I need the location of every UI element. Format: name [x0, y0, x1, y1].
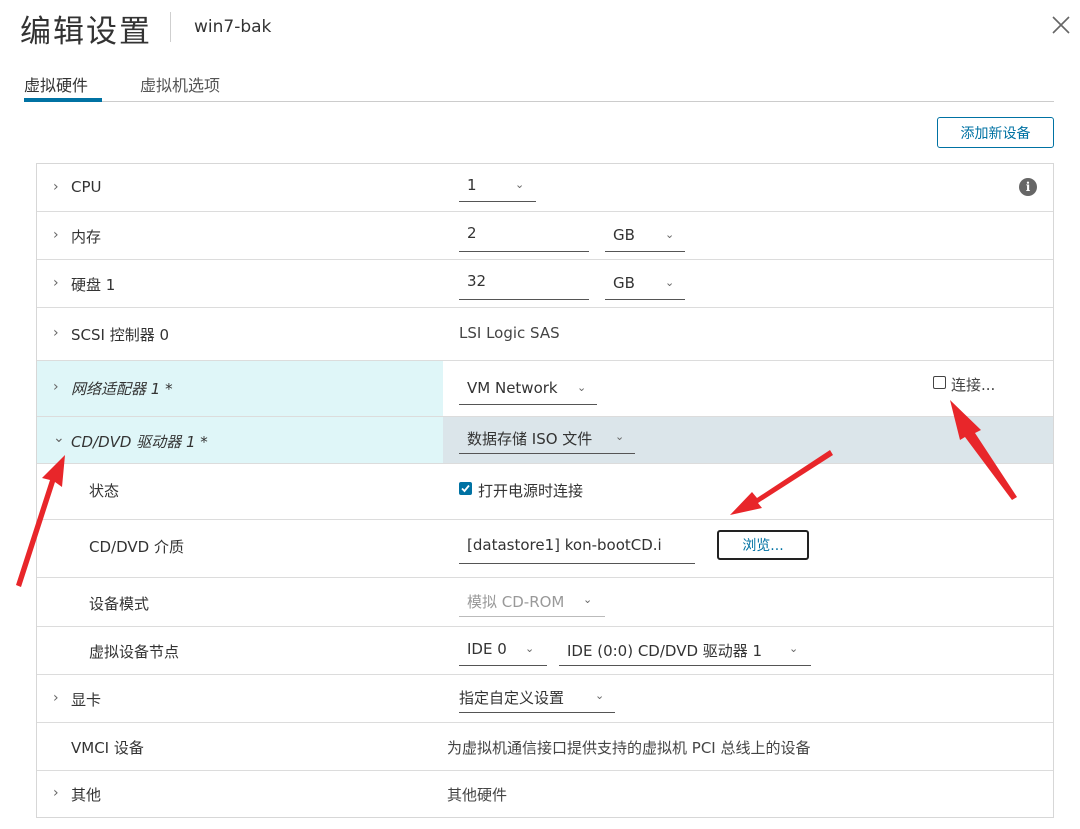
close-icon[interactable] [1048, 12, 1074, 38]
cpu-select[interactable]: 1 ⌄ [459, 172, 536, 202]
device-node-select[interactable]: IDE (0:0) CD/DVD 驱动器 1 ⌄ [559, 636, 811, 666]
chevron-right-icon[interactable]: › [53, 325, 59, 341]
scsi-label: SCSI 控制器 0 [71, 326, 170, 344]
media-path-input[interactable]: [datastore1] kon-bootCD.i [459, 532, 695, 564]
hardware-row-memory: › 内存 2 GB ⌄ [37, 212, 1053, 260]
memory-unit-select[interactable]: GB ⌄ [605, 222, 685, 252]
scsi-value: LSI Logic SAS [459, 324, 560, 342]
cpu-label: CPU [71, 178, 102, 196]
hardware-grid: › CPU 1 ⌄ i › 内存 2 GB ⌄ › 硬盘 1 32 GB ⌄ › [36, 163, 1054, 818]
hardware-row-vmci: VMCI 设备 为虚拟机通信接口提供支持的虚拟机 PCI 总线上的设备 [37, 723, 1053, 771]
chevron-down-icon: ⌄ [577, 381, 587, 394]
chevron-right-icon[interactable]: › [53, 179, 59, 195]
cddvd-node-row: 虚拟设备节点 IDE 0 ⌄ IDE (0:0) CD/DVD 驱动器 1 ⌄ [37, 627, 1053, 675]
connect-at-power-on-checkbox[interactable] [459, 482, 472, 495]
title-separator [170, 12, 171, 42]
cddvd-media-row: CD/DVD 介质 [datastore1] kon-bootCD.i 浏览..… [37, 520, 1053, 578]
device-node-label: 虚拟设备节点 [89, 643, 180, 661]
chevron-down-icon: ⌄ [665, 228, 675, 241]
tab-vm-options[interactable]: 虚拟机选项 [140, 72, 220, 96]
other-label: 其他 [71, 786, 102, 804]
other-value: 其他硬件 [447, 786, 508, 804]
memory-label: 内存 [71, 228, 102, 246]
network-select[interactable]: VM Network ⌄ [459, 375, 597, 405]
cddvd-status-row: 状态 打开电源时连接 [37, 464, 1053, 520]
add-new-device-button[interactable]: 添加新设备 [937, 117, 1054, 148]
hardware-row-cddvd: ⌄ CD/DVD 驱动器 1 * 数据存储 ISO 文件 ⌄ [37, 417, 1053, 464]
chevron-down-icon[interactable]: ⌄ [53, 430, 65, 446]
network-adapter-label: 网络适配器 1 * [71, 380, 173, 398]
info-icon[interactable]: i [1019, 178, 1037, 196]
chevron-down-icon: ⌄ [525, 642, 535, 655]
disk-unit-select[interactable]: GB ⌄ [605, 270, 685, 300]
device-mode-label: 设备模式 [89, 595, 150, 613]
dialog-title: 编辑设置 [20, 14, 152, 50]
video-card-label: 显卡 [71, 691, 102, 709]
chevron-right-icon[interactable]: › [53, 275, 59, 291]
tab-divider [24, 101, 1054, 102]
hardware-row-scsi: › SCSI 控制器 0 LSI Logic SAS [37, 308, 1053, 361]
cddvd-type-select[interactable]: 数据存储 ISO 文件 ⌄ [459, 424, 635, 454]
vmci-label: VMCI 设备 [71, 739, 144, 757]
vm-name: win7-bak [194, 17, 272, 37]
status-label: 状态 [89, 482, 120, 500]
hardware-row-video: › 显卡 指定自定义设置 ⌄ [37, 675, 1053, 723]
chevron-down-icon: ⌄ [665, 276, 675, 289]
hardware-row-disk: › 硬盘 1 32 GB ⌄ [37, 260, 1053, 308]
chevron-right-icon[interactable]: › [53, 690, 59, 706]
active-tab-indicator [24, 98, 102, 102]
memory-input[interactable]: 2 [459, 220, 589, 252]
vmci-value: 为虚拟机通信接口提供支持的虚拟机 PCI 总线上的设备 [447, 739, 811, 757]
connect-label: 连接... [951, 376, 996, 394]
cddvd-label: CD/DVD 驱动器 1 * [71, 433, 208, 451]
device-mode-select[interactable]: 模拟 CD-ROM ⌄ [459, 587, 605, 617]
browse-button[interactable]: 浏览... [717, 530, 809, 560]
disk-size-input[interactable]: 32 [459, 268, 589, 300]
media-label: CD/DVD 介质 [89, 538, 184, 556]
connect-checkbox[interactable] [933, 376, 946, 389]
chevron-right-icon[interactable]: › [53, 379, 59, 395]
chevron-down-icon: ⌄ [583, 593, 593, 606]
chevron-right-icon[interactable]: › [53, 227, 59, 243]
chevron-right-icon[interactable]: › [53, 785, 59, 801]
chevron-down-icon: ⌄ [515, 178, 525, 191]
ide-bus-select[interactable]: IDE 0 ⌄ [459, 636, 547, 666]
cddvd-mode-row: 设备模式 模拟 CD-ROM ⌄ [37, 578, 1053, 627]
connect-at-power-on-label: 打开电源时连接 [478, 482, 584, 500]
chevron-down-icon: ⌄ [615, 430, 625, 443]
hardware-row-network: › 网络适配器 1 * VM Network ⌄ 连接... [37, 361, 1053, 417]
chevron-down-icon: ⌄ [595, 689, 605, 702]
hardware-row-other: › 其他 其他硬件 [37, 771, 1053, 817]
video-card-select[interactable]: 指定自定义设置 ⌄ [459, 683, 615, 713]
tab-virtual-hardware[interactable]: 虚拟硬件 [24, 72, 88, 96]
hardware-row-cpu: › CPU 1 ⌄ i [37, 164, 1053, 212]
chevron-down-icon: ⌄ [789, 642, 799, 655]
disk-label: 硬盘 1 [71, 276, 116, 294]
